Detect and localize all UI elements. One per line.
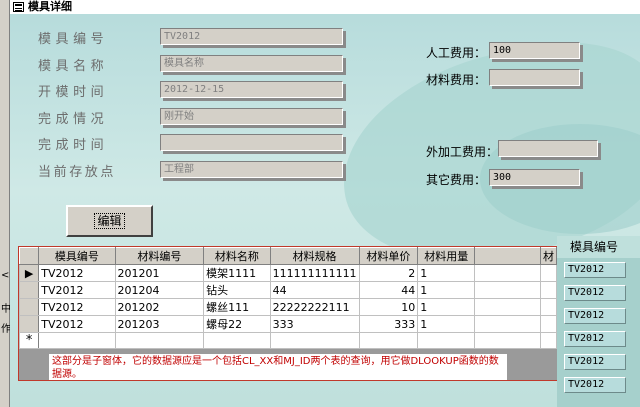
column-header[interactable]: 材料编号 — [114, 247, 205, 265]
list-item[interactable]: TV2012 — [564, 262, 626, 278]
outsourcing-cost-field[interactable] — [498, 140, 598, 157]
table-cell[interactable]: TV2012 — [38, 315, 116, 333]
storage-location-label: 当前存放点 — [38, 165, 117, 180]
table-cell[interactable]: 螺丝111 — [203, 298, 271, 316]
table-cell[interactable] — [474, 315, 541, 333]
mold-id-label: 模具编号 — [38, 32, 109, 47]
record-selector-header[interactable] — [19, 247, 40, 265]
table-row[interactable]: TV2012 201204 钻头 44 44 1 — [19, 281, 557, 299]
materials-subform[interactable]: 模具编号 材料编号 材料名称 材料规格 材料单价 材料用量 材 ▶ TV2012… — [18, 246, 558, 381]
other-cost-field[interactable]: 300 — [489, 169, 580, 186]
column-header[interactable]: 材料规格 — [269, 247, 360, 265]
table-cell[interactable]: 201203 — [114, 315, 205, 333]
table-cell[interactable]: 22222222111 — [269, 298, 360, 316]
labor-cost-label: 人工费用： — [426, 46, 487, 60]
table-cell[interactable]: 1 — [417, 298, 476, 316]
table-cell[interactable]: 333 — [358, 315, 419, 333]
table-cell[interactable]: 44 — [269, 281, 360, 299]
column-header[interactable]: 材 — [539, 247, 557, 265]
edit-button-label: 编辑 — [94, 213, 125, 229]
mold-id-list-panel: 模具编号 TV2012 TV2012 TV2012 TV2012 TV2012 … — [557, 236, 640, 407]
current-record-indicator[interactable]: ▶ — [19, 264, 40, 282]
other-cost-label: 其它费用： — [426, 173, 487, 187]
edit-button[interactable]: 编辑 — [66, 205, 153, 237]
table-cell[interactable]: 111111111111 — [269, 264, 360, 282]
labor-cost-field[interactable]: 100 — [489, 42, 580, 59]
finish-date-label: 完成时间 — [38, 138, 109, 153]
table-cell[interactable] — [539, 281, 557, 299]
material-cost-label: 材料费用： — [426, 73, 487, 87]
column-header[interactable]: 材料名称 — [203, 247, 271, 265]
table-cell[interactable]: 1 — [417, 264, 476, 282]
status-field[interactable]: 刚开始 — [160, 108, 343, 125]
list-item[interactable]: TV2012 — [564, 377, 626, 393]
table-cell[interactable]: 10 — [358, 298, 419, 316]
table-cell[interactable]: 201202 — [114, 298, 205, 316]
column-header[interactable]: 材料单价 — [358, 247, 419, 265]
table-cell[interactable] — [474, 281, 541, 299]
table-cell[interactable]: 2 — [358, 264, 419, 282]
table-cell[interactable]: 螺母22 — [203, 315, 271, 333]
subform-annotation: 这部分是子窗体，它的数据源应是一个包括CL_XX和MJ_ID两个表的查询，用它做… — [49, 354, 507, 380]
record-selector[interactable] — [19, 315, 40, 333]
table-cell[interactable] — [539, 315, 557, 333]
mold-id-field[interactable]: TV2012 — [160, 28, 343, 45]
record-selector[interactable] — [19, 298, 40, 316]
form-icon — [13, 2, 24, 12]
table-cell[interactable]: 201201 — [114, 264, 205, 282]
list-item[interactable]: TV2012 — [564, 308, 626, 324]
table-cell[interactable]: TV2012 — [38, 281, 116, 299]
table-cell[interactable] — [358, 332, 419, 349]
record-selector[interactable] — [19, 281, 40, 299]
status-label: 完成情况 — [38, 112, 109, 127]
new-record-row[interactable]: * — [19, 332, 557, 349]
table-row[interactable]: TV2012 201202 螺丝111 22222222111 10 1 — [19, 298, 557, 316]
table-cell[interactable] — [539, 264, 557, 282]
table-cell[interactable] — [114, 332, 205, 349]
table-cell[interactable]: 201204 — [114, 281, 205, 299]
column-header[interactable]: 材料用量 — [417, 247, 476, 265]
table-cell[interactable] — [38, 332, 116, 349]
column-header[interactable] — [474, 247, 541, 265]
storage-location-field[interactable]: 工程部 — [160, 161, 343, 178]
table-cell[interactable]: 1 — [417, 281, 476, 299]
mold-name-label: 模具名称 — [38, 59, 109, 74]
materials-datasheet: 模具编号 材料编号 材料名称 材料规格 材料单价 材料用量 材 ▶ TV2012… — [19, 247, 557, 349]
table-cell[interactable]: 模架1111 — [203, 264, 271, 282]
table-cell[interactable] — [539, 298, 557, 316]
finish-date-field[interactable] — [160, 134, 343, 151]
material-cost-field[interactable] — [489, 69, 580, 86]
table-cell[interactable]: 1 — [417, 315, 476, 333]
table-cell[interactable] — [474, 264, 541, 282]
table-row[interactable]: ▶ TV2012 201201 模架1111 111111111111 2 1 — [19, 264, 557, 282]
list-item[interactable]: TV2012 — [564, 331, 626, 347]
table-cell[interactable] — [203, 332, 271, 349]
panel-header: 模具编号 — [557, 236, 640, 258]
table-cell[interactable] — [474, 298, 541, 316]
table-cell[interactable] — [474, 332, 541, 349]
list-item[interactable]: TV2012 — [564, 285, 626, 301]
window-title: 模具详细 — [28, 0, 72, 13]
column-header[interactable]: 模具编号 — [38, 247, 116, 265]
mold-name-field[interactable]: 模具名称 — [160, 55, 343, 72]
edge-glyph: < — [1, 270, 10, 281]
table-row[interactable]: TV2012 201203 螺母22 333 333 1 — [19, 315, 557, 333]
mold-detail-form: 模具编号 TV2012 模具名称 模具名称 开模时间 2012-12-15 完成… — [10, 14, 640, 407]
datasheet-header-row: 模具编号 材料编号 材料名称 材料规格 材料单价 材料用量 材 — [19, 247, 557, 265]
table-cell[interactable]: TV2012 — [38, 298, 116, 316]
open-date-field[interactable]: 2012-12-15 — [160, 81, 343, 98]
new-record-indicator[interactable]: * — [19, 332, 40, 349]
table-cell[interactable]: 333 — [269, 315, 360, 333]
table-cell[interactable]: 44 — [358, 281, 419, 299]
table-cell[interactable]: TV2012 — [38, 264, 116, 282]
table-cell[interactable] — [269, 332, 360, 349]
outsourcing-cost-label: 外加工费用： — [426, 145, 499, 159]
list-item[interactable]: TV2012 — [564, 354, 626, 370]
window-titlebar[interactable]: 模具详细 — [10, 0, 640, 14]
left-edge-strip: < 中 作 — [0, 0, 11, 407]
table-cell[interactable] — [417, 332, 476, 349]
table-cell[interactable]: 钻头 — [203, 281, 271, 299]
open-date-label: 开模时间 — [38, 85, 109, 100]
table-cell[interactable] — [539, 332, 557, 349]
